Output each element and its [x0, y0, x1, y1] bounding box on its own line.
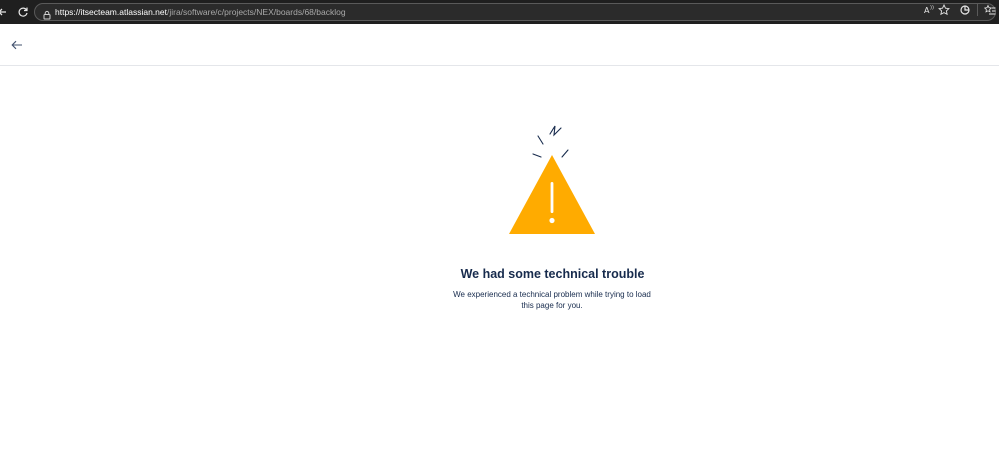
url-text[interactable]: https://itsecteam.atlassian.net/jira/sof… [55, 6, 346, 18]
svg-text:)): )) [930, 5, 934, 11]
lightning-sparks-icon [532, 125, 569, 158]
address-bar[interactable]: https://itsecteam.atlassian.net/jira/sof… [34, 3, 996, 21]
url-path: /jira/software/c/projects/NEX/boards/68/… [166, 7, 346, 17]
url-host: https://itsecteam.atlassian.net [55, 7, 167, 17]
lock-icon[interactable] [42, 7, 52, 20]
read-aloud-icon[interactable]: A)) [922, 3, 936, 17]
error-description: We experienced a technical problem while… [453, 290, 651, 310]
error-title: We had some technical trouble [460, 267, 645, 281]
favorite-star-icon[interactable] [937, 3, 951, 17]
warning-triangle-icon [509, 155, 595, 234]
extensions-icon[interactable] [958, 3, 972, 17]
browser-back-icon[interactable] [0, 4, 10, 20]
browser-toolbar: https://itsecteam.atlassian.net/jira/sof… [0, 0, 999, 24]
app-header [0, 24, 999, 66]
warning-illustration [505, 122, 599, 238]
back-arrow-icon[interactable] [8, 36, 26, 54]
browser-refresh-icon[interactable] [15, 4, 31, 20]
favorites-list-icon[interactable] [983, 3, 997, 17]
toolbar-divider [977, 4, 978, 16]
